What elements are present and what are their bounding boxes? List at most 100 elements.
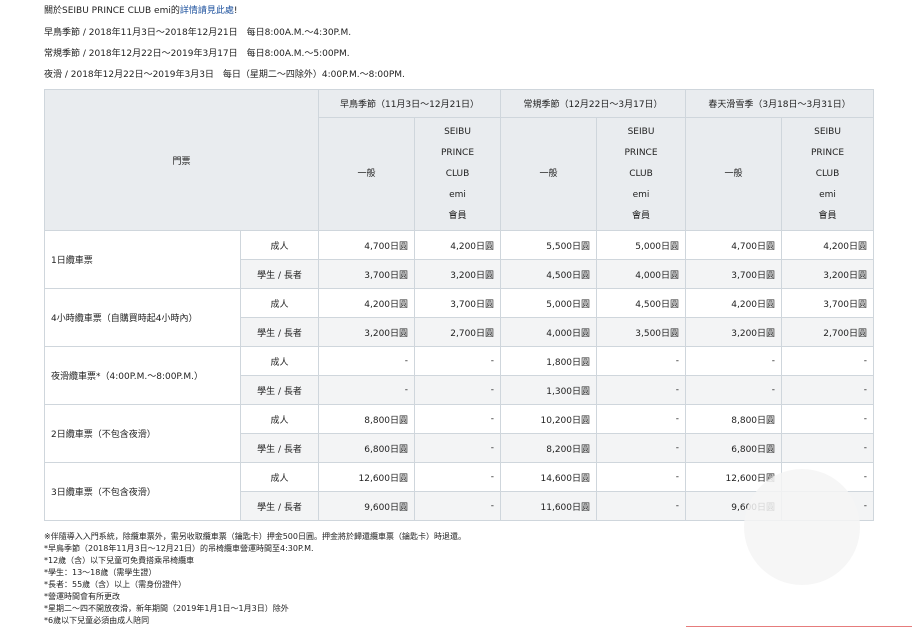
price-cell: 10,200日圓 [500,404,598,434]
price-cell: - [596,462,687,492]
price-cell: 11,600日圓 [500,491,598,521]
price-cell: 12,600日圓 [318,462,416,492]
price-table-body: 1日纜車票 成人 4,700日圓 4,200日圓 5,500日圓 5,000日圓 4,700… [44,230,875,521]
price-cell: 3,700日圓 [685,259,783,289]
member-line: 會員 [818,210,837,221]
night-ski-info: 夜滑 / 2018年12月22日～2019年3月3日 每日（星期二～四除外）4:… [44,70,405,80]
price-cell: - [781,433,875,463]
price-cell: 3,200日圓 [414,259,502,289]
price-cell: - [414,462,502,492]
price-cell: - [414,346,502,376]
footnote: ※伴隨導入入門系統，除纜車票外，需另收取纜車票（鑰匙卡）押金500日圓。押金將於… [44,532,466,541]
table-row: 2日纜車票（不包含夜滑） 成人 8,800日圓 -10,200日圓 -8,800日圓 - [44,404,875,463]
member-line: CLUB [815,168,840,179]
price-cell: 4,700日圓 [318,230,416,260]
price-cell: - [414,404,502,434]
price-cell: - [781,346,875,376]
price-cell: 4,500日圓 [500,259,598,289]
regular-season-info: 常規季節 / 2018年12月22日～2019年3月17日 每日8:00A.M.… [44,49,350,59]
price-cell: 3,700日圓 [414,288,502,318]
ticket-header: 門票 [43,89,320,231]
price-cell: - [781,375,875,405]
adult-label: 成人 [239,346,320,376]
price-cell: 5,500日圓 [500,230,598,260]
footnotes: ※伴隨導入入門系統，除纜車票外，需另收取纜車票（鑰匙卡）押金500日圓。押金將於… [44,531,466,627]
footnote: *早鳥季節（2018年11月3日～12月21日）的吊椅纜車營運時間至4:30P.… [44,544,314,553]
student-label: 學生 / 長者 [239,259,320,289]
price-cell: 3,700日圓 [318,259,416,289]
member-line: CLUB [629,168,653,179]
footnote: *12歲（含）以下兒童可免費搭乘吊椅纜車 [44,556,195,565]
footnote: *學生：13～18歲（需學生證） [44,568,157,577]
member-line: emi [449,189,466,200]
price-table: 門票 早鳥季節（11月3日～12月21日） 常規季節（12月22日～3月17日）… [43,89,875,521]
member-line: PRINCE [624,147,658,158]
member-line: 會員 [632,210,651,221]
season-regular: 常規季節（12月22日～3月17日） [500,89,687,118]
price-cell: 1,800日圓 [500,346,598,376]
member-line: PRINCE [811,147,845,158]
price-cell: 3,500日圓 [596,317,687,347]
member-line: 會員 [448,210,467,221]
member-line: PRINCE [440,147,475,158]
member-header: SEIBU PRINCE CLUB emi 會員 [781,117,875,231]
details-link[interactable]: 詳情請見此處 [180,6,234,16]
ticket-name: 夜滑纜車票*（4:00P.M.～8:00P.M.） [44,346,241,405]
price-cell: - [781,404,875,434]
member-line: emi [819,189,836,200]
early-season-info: 早鳥季節 / 2018年11月3日～2018年12月21日 每日8:00A.M.… [44,28,352,38]
price-cell: 4,500日圓 [596,288,687,318]
table-row: 3日纜車票（不包含夜滑） 成人 12,600日圓 -14,600日圓 -12,600日圓… [44,462,875,521]
student-label: 學生 / 長者 [239,491,320,521]
table-row: 1日纜車票 成人 4,700日圓 4,200日圓 5,500日圓 5,000日圓 4,700… [44,230,875,289]
price-cell: - [596,375,687,405]
price-cell: 3,200日圓 [318,317,416,347]
price-cell: 3,700日圓 [781,288,875,318]
adult-label: 成人 [239,462,320,492]
season-header-row: 門票 早鳥季節（11月3日～12月21日） 常規季節（12月22日～3月17日）… [43,89,875,231]
student-label: 學生 / 長者 [239,433,320,463]
table-row: 夜滑纜車票*（4:00P.M.～8:00P.M.） 成人 - -1,800日圓 - - - [44,346,875,405]
price-cell: - [414,491,502,521]
price-cell: 4,200日圓 [318,288,416,318]
season-early: 早鳥季節（11月3日～12月21日） [318,89,502,118]
price-cell: 8,800日圓 [318,404,416,434]
price-cell: 2,700日圓 [414,317,502,347]
emi-info-line: 關於SEIBU PRINCE CLUB emi的詳情請見此處! [44,3,904,16]
price-cell: - [596,404,687,434]
ticket-name: 2日纜車票（不包含夜滑） [44,404,241,463]
price-cell: - [318,375,416,405]
student-label: 學生 / 長者 [239,375,320,405]
member-line: SEIBU [814,126,841,137]
price-cell: 6,800日圓 [318,433,416,463]
footnote: *星期二～四不開放夜滑，新年期間（2019年1月1日～1月3日）除外 [44,604,289,613]
ticket-name: 4小時纜車票（自購買時起4小時內） [44,288,241,347]
price-cell: 4,200日圓 [414,230,502,260]
emi-info-prefix: 關於SEIBU PRINCE CLUB emi的 [44,6,180,16]
ticket-name: 1日纜車票 [44,230,241,289]
price-cell: 14,600日圓 [500,462,598,492]
price-cell: 6,800日圓 [685,433,783,463]
price-cell: 4,000日圓 [596,259,687,289]
member-header: SEIBU PRINCE CLUB emi 會員 [596,117,687,231]
price-cell: - [414,433,502,463]
general-header: 一般 [685,117,783,231]
emi-info-suffix: ! [233,6,238,16]
member-line: emi [632,189,650,200]
price-cell: 3,200日圓 [781,259,875,289]
price-cell: 2,700日圓 [781,317,875,347]
price-cell: 5,000日圓 [500,288,598,318]
price-cell: - [414,375,502,405]
price-cell: - [685,346,783,376]
price-cell: 9,600日圓 [318,491,416,521]
price-cell: 8,800日圓 [685,404,783,434]
adult-label: 成人 [239,404,320,434]
footnote: *營運時間會有所更改 [44,592,120,601]
price-cell: 3,200日圓 [685,317,783,347]
general-header: 一般 [318,117,416,231]
member-line: CLUB [445,168,470,179]
price-cell: 5,000日圓 [596,230,687,260]
price-cell: 8,200日圓 [500,433,598,463]
price-cell: - [596,346,687,376]
student-label: 學生 / 長者 [239,317,320,347]
